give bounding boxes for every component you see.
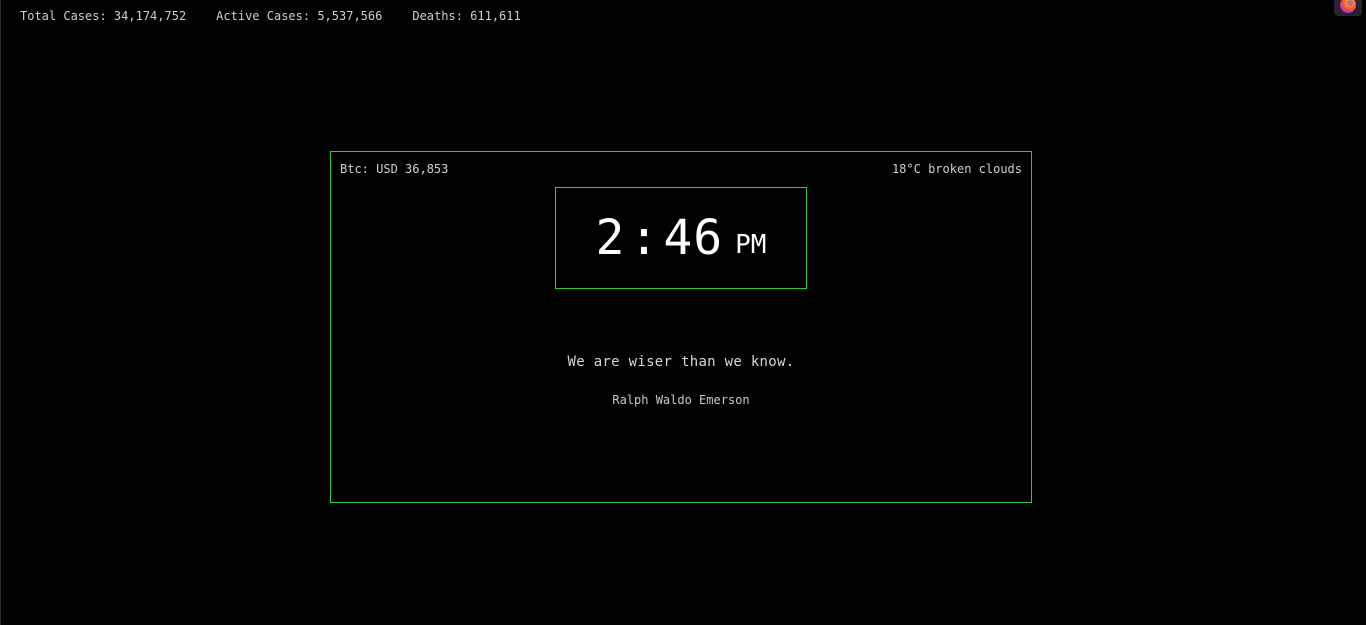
active-cases: Active Cases: 5,537,566 [216,9,383,23]
clock-minutes: 46 [663,210,724,266]
clock-separator: : [629,210,660,266]
clock-hour: 2 [595,210,626,266]
total-cases: Total Cases: 34,174,752 [20,9,187,23]
covid-stats-bar: Total Cases: 34,174,752 Active Cases: 5,… [20,7,551,25]
weather-status: 18°C broken clouds [891,162,1022,176]
deaths: Deaths: 611,611 [412,9,521,23]
firefox-icon[interactable] [1334,0,1362,16]
clock-widget: 2:46 PM [555,187,807,289]
dashboard-panel: Btc: USD 36,853 18°C broken clouds 2:46 … [330,151,1032,503]
quote-author: Ralph Waldo Emerson [612,393,750,407]
clock-time: 2:46 [596,214,724,262]
clock-ampm: PM [735,230,767,260]
btc-price: Btc: USD 36,853 [340,162,449,176]
quote-text: We are wiser than we know. [567,354,795,370]
